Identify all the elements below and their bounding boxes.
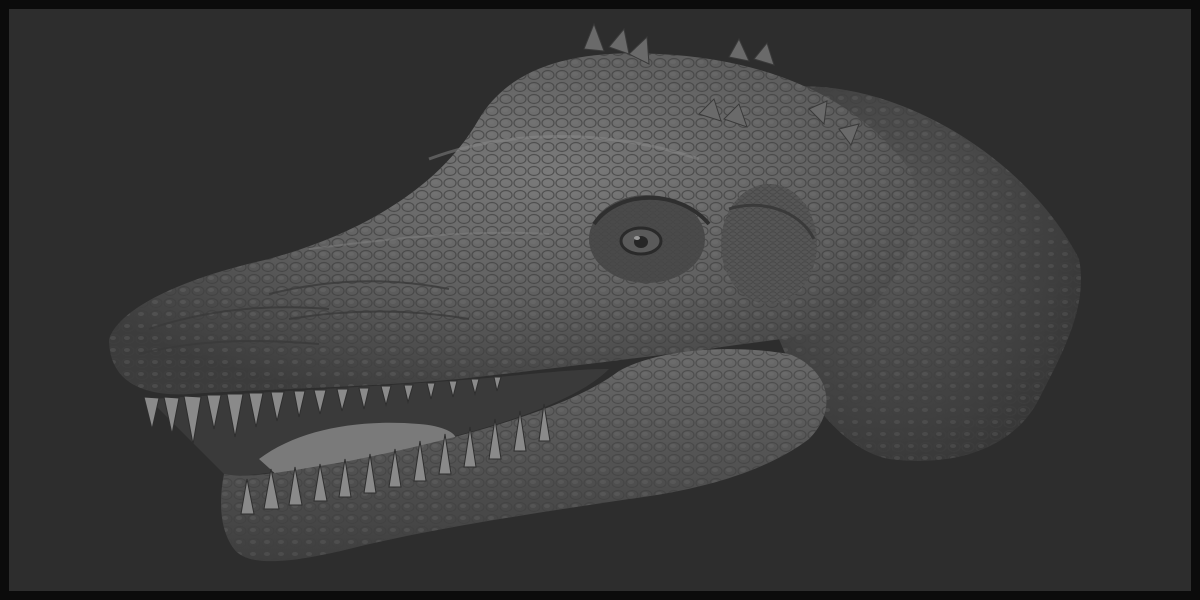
reptile-head-render xyxy=(109,22,1081,562)
image-frame xyxy=(0,0,1200,600)
render-viewport xyxy=(9,9,1191,591)
